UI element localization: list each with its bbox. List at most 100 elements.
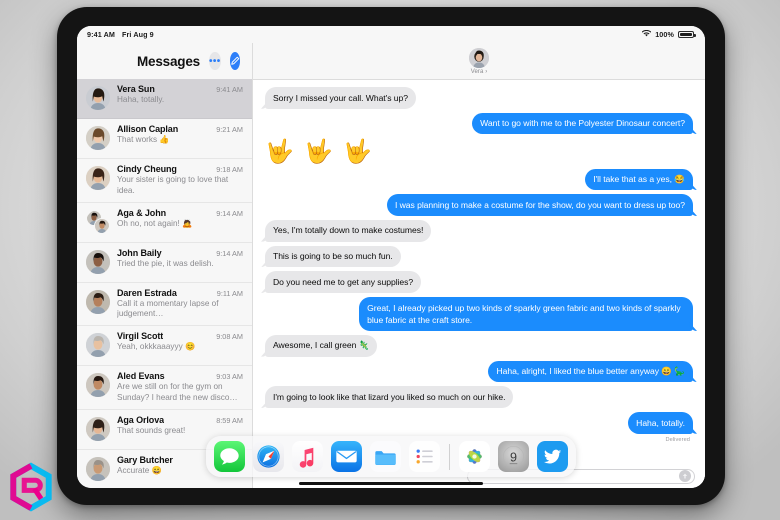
message-bubble-sent[interactable]: Want to go with me to the Polyester Dino… [472, 112, 693, 135]
contact-avatar [86, 373, 110, 398]
conversation-name: Aga Orlova [117, 414, 165, 425]
message-row: Haha, totally. [265, 412, 693, 434]
conversation-row[interactable]: Aled Evans 9:03 AM Are we still on for t… [77, 366, 252, 410]
message-row: Yes, I'm totally down to make costumes! [265, 219, 693, 242]
sidebar-header: Messages ••• [77, 43, 252, 79]
conversation-time: 9:03 AM [216, 372, 243, 382]
conversation-preview: That works 👍 [117, 135, 170, 144]
conversation-name: Allison Caplan [117, 124, 179, 134]
battery-percent: 100% [655, 30, 674, 39]
message-row: I'm going to look like that lizard you l… [265, 386, 693, 409]
conversation-preview: Tried the pie, it was delish. [117, 258, 214, 268]
conversation-preview: Oh no, not again! 🙇 [117, 218, 193, 228]
message-bubble-received[interactable]: Yes, I'm totally down to make costumes! [265, 219, 432, 242]
conversation-body: Aga & John 9:14 AM Oh no, not again! 🙇 [117, 208, 243, 230]
wifi-icon [641, 29, 652, 39]
conversation-body: Aga Orlova 8:59 AM That sounds great! [117, 415, 243, 437]
conversation-preview: Yeah, okkkaaayyy 😊 [117, 342, 196, 352]
status-bar: 9:41 AM Fri Aug 9 100% [77, 26, 705, 43]
message-bubble-received[interactable]: This is going to be so much fun. [265, 245, 401, 268]
conversation-body: Allison Caplan 9:21 AM That works 👍 [117, 124, 243, 146]
page-title: Messages [137, 53, 200, 69]
contact-avatar [86, 456, 110, 481]
conversation-name: Aled Evans [117, 371, 165, 382]
conversation-preview: Haha, totally. [117, 95, 165, 104]
contact-avatar [469, 47, 489, 68]
conversation-row[interactable]: Allison Caplan 9:21 AM That works 👍 [77, 119, 252, 159]
ellipsis-icon[interactable]: ••• [208, 52, 221, 70]
dock-item-reminders[interactable] [409, 441, 440, 472]
group-avatar [86, 209, 110, 234]
contact-avatar [86, 126, 110, 150]
conversation-time: 9:21 AM [216, 125, 243, 134]
dock-item-mail[interactable] [331, 441, 362, 472]
contact-avatar [86, 166, 110, 190]
contact-avatar [86, 289, 110, 314]
contact-avatar [86, 249, 110, 274]
conversation-preview: Call it a momentary lapse of judgement… [117, 298, 219, 319]
ipad-screen: 9:41 AM Fri Aug 9 100% Messages ••• Vera… [77, 26, 705, 488]
conversation-list[interactable]: Vera Sun 9:41 AM Haha, totally. Allison … [77, 79, 252, 488]
dock-item-messages[interactable] [214, 441, 245, 472]
message-row: I was planning to make a costume for the… [265, 194, 693, 216]
conversation-time: 9:41 AM [216, 85, 243, 94]
conversation-row[interactable]: Vera Sun 9:41 AM Haha, totally. [77, 79, 252, 119]
conversation-body: Vera Sun 9:41 AM Haha, totally. [117, 84, 243, 106]
send-arrow-icon[interactable] [679, 470, 691, 482]
message-row: I'll take that as a yes, 😂 [265, 168, 693, 191]
conversation-row[interactable]: Aga & John 9:14 AM Oh no, not again! 🙇 [77, 203, 252, 243]
conversation-name: John Baily [117, 247, 162, 258]
message-bubble-sent[interactable]: I was planning to make a costume for the… [386, 194, 693, 216]
dock[interactable]: 9 [206, 436, 576, 477]
dock-divider [449, 443, 450, 470]
message-row: 🤟 🤟 🤟 [265, 138, 693, 164]
conversation-preview: Are we still on for the gym on Sunday? I… [117, 382, 238, 403]
message-bubble-received[interactable]: Awesome, I call green 🦎 [265, 334, 378, 357]
message-row: Awesome, I call green 🦎 [265, 334, 693, 357]
conversation-name: Virgil Scott [117, 331, 164, 342]
message-bubble-received[interactable]: Sorry I missed your call. What's up? [265, 87, 416, 109]
conversation-time: 8:59 AM [216, 415, 243, 425]
message-bubble-received[interactable]: Do you need me to get any supplies? [265, 271, 422, 294]
message-bubble-sent[interactable]: Haha, alright, I liked the blue better a… [488, 360, 693, 383]
dock-item-music[interactable] [292, 441, 323, 472]
dock-item-twitter[interactable] [537, 441, 568, 472]
message-bubble-sent[interactable]: I'll take that as a yes, 😂 [585, 168, 693, 191]
message-bubble-received[interactable]: I'm going to look like that lizard you l… [265, 386, 514, 409]
dock-item-photos[interactable] [459, 441, 490, 472]
hexagon-logo-watermark [4, 460, 58, 514]
compose-icon[interactable] [229, 52, 240, 70]
thread-contact-name: Vera › [470, 68, 488, 75]
conversation-name: Vera Sun [117, 84, 155, 94]
conversation-name: Daren Estrada [117, 287, 177, 298]
thread-header[interactable]: Vera › [253, 43, 705, 80]
conversation-name: Gary Butcher [117, 454, 173, 465]
home-indicator[interactable] [299, 482, 483, 485]
dock-item-files[interactable] [370, 441, 401, 472]
conversation-time: 9:11 AM [216, 288, 243, 298]
dock-item-clock[interactable]: 9 [498, 441, 529, 472]
message-row: Haha, alright, I liked the blue better a… [265, 360, 693, 383]
conversation-preview: Your sister is going to love that idea. [117, 175, 229, 195]
conversation-body: Aled Evans 9:03 AM Are we still on for t… [117, 371, 243, 404]
status-time: 9:41 AM [87, 30, 115, 39]
conversation-body: Cindy Cheung 9:18 AM Your sister is goin… [117, 164, 243, 197]
conversation-time: 9:18 AM [216, 165, 243, 174]
message-row: Do you need me to get any supplies? [265, 271, 693, 294]
message-row: Want to go with me to the Polyester Dino… [265, 112, 693, 135]
ipad-device-frame: 9:41 AM Fri Aug 9 100% Messages ••• Vera… [57, 7, 725, 505]
conversation-name: Cindy Cheung [117, 164, 177, 174]
message-bubble-sent[interactable]: Great, I already picked up two kinds of … [359, 297, 693, 331]
message-bubble-sent[interactable]: Haha, totally. [628, 412, 693, 434]
svg-text:9: 9 [510, 450, 517, 464]
conversation-row[interactable]: Cindy Cheung 9:18 AM Your sister is goin… [77, 159, 252, 203]
dock-item-safari[interactable] [253, 441, 284, 472]
status-date: Fri Aug 9 [122, 30, 154, 39]
conversation-body: John Baily 9:14 AM Tried the pie, it was… [117, 248, 243, 270]
conversation-row[interactable]: John Baily 9:14 AM Tried the pie, it was… [77, 243, 252, 283]
contact-avatar [86, 86, 110, 110]
conversation-row[interactable]: Virgil Scott 9:08 AM Yeah, okkkaaayyy 😊 [77, 326, 252, 367]
conversation-row[interactable]: Daren Estrada 9:11 AM Call it a momentar… [77, 283, 252, 327]
messages-app: Messages ••• Vera Sun 9:41 AM Haha, tota… [77, 43, 705, 488]
message-thread: Vera › Sorry I missed your call. What's … [253, 43, 705, 488]
